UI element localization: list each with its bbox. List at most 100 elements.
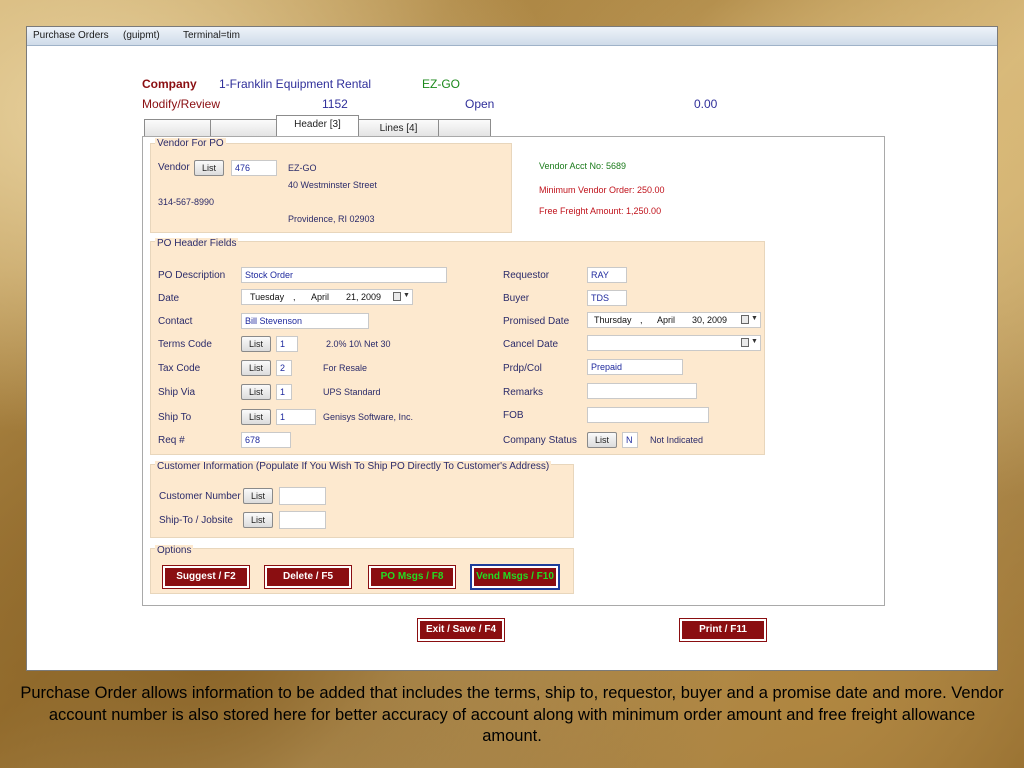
vendor-phone: 314-567-8990: [158, 197, 215, 207]
chevron-down-icon[interactable]: ▼: [751, 338, 758, 345]
vendor-short-name: EZ-GO: [422, 77, 460, 91]
req-label: Req #: [158, 435, 185, 446]
vendor-acct-no: Vendor Acct No: 5689: [539, 161, 627, 171]
promised-date-label: Promised Date: [503, 316, 570, 327]
customer-info-group-title: Customer Information (Populate If You Wi…: [155, 461, 552, 472]
ship-via-description: UPS Standard: [323, 387, 381, 397]
vendor-city-state-zip: Providence, RI 02903: [288, 214, 375, 224]
delete-button[interactable]: Delete / F5: [264, 565, 352, 589]
vendor-label: Vendor: [158, 162, 190, 173]
purchase-orders-window: Purchase Orders (guipmt) Terminal=tim Co…: [26, 26, 998, 671]
tab-blank-3[interactable]: [438, 119, 491, 137]
po-status: Open: [465, 97, 495, 111]
remarks-field[interactable]: [587, 383, 697, 399]
tab-blank-2[interactable]: [210, 119, 277, 137]
ship-to-jobsite-list-button[interactable]: List: [243, 512, 273, 528]
po-header-group: PO Header Fields PO Description Stock Or…: [150, 238, 765, 455]
date-month: April: [311, 292, 330, 302]
fob-field[interactable]: [587, 407, 709, 423]
terms-code-label: Terms Code: [158, 339, 212, 350]
calendar-icon[interactable]: [393, 292, 401, 301]
print-button[interactable]: Print / F11: [679, 618, 767, 642]
requestor-label: Requestor: [503, 270, 550, 281]
customer-number-field[interactable]: [279, 487, 326, 505]
ship-via-label: Ship Via: [158, 387, 196, 398]
mode-label: Modify/Review: [142, 97, 221, 111]
terms-code-field[interactable]: 1: [276, 336, 298, 352]
vendor-group-title: Vendor For PO: [155, 138, 226, 149]
po-msgs-button[interactable]: PO Msgs / F8: [368, 565, 456, 589]
company-label: Company: [142, 77, 197, 91]
promised-month: April: [657, 315, 676, 325]
contact-label: Contact: [158, 316, 193, 327]
free-freight-amount: Free Freight Amount: 1,250.00: [539, 206, 662, 216]
promised-day-year: 30, 2009: [692, 315, 728, 325]
prdp-col-field[interactable]: Prepaid: [587, 359, 683, 375]
po-header-group-title: PO Header Fields: [155, 238, 239, 249]
suggest-button[interactable]: Suggest / F2: [162, 565, 250, 589]
chevron-down-icon[interactable]: ▼: [403, 292, 410, 299]
date-sep: ,: [293, 292, 296, 302]
customer-number-list-button[interactable]: List: [243, 488, 273, 504]
contact-field[interactable]: Bill Stevenson: [241, 313, 369, 329]
options-group: Options Suggest / F2 Delete / F5 PO Msgs…: [150, 545, 574, 594]
ship-to-jobsite-label: Ship-To / Jobsite: [159, 515, 233, 526]
fob-label: FOB: [503, 410, 524, 421]
tab-lines[interactable]: Lines [4]: [358, 119, 439, 137]
tab-header[interactable]: Header [3]: [276, 115, 359, 137]
prdp-col-label: Prdp/Col: [503, 363, 542, 374]
ship-to-list-button[interactable]: List: [241, 409, 271, 425]
company-status-label: Company Status: [503, 435, 577, 446]
requestor-field[interactable]: RAY: [587, 267, 627, 283]
ship-to-code-field[interactable]: 1: [276, 409, 316, 425]
terms-list-button[interactable]: List: [241, 336, 271, 352]
calendar-icon[interactable]: [741, 315, 749, 324]
minimum-vendor-order: Minimum Vendor Order: 250.00: [539, 185, 665, 195]
window-titlebar: Purchase Orders (guipmt) Terminal=tim: [27, 27, 997, 46]
ship-via-code-field[interactable]: 1: [276, 384, 292, 400]
company-status-description: Not Indicated: [650, 435, 704, 445]
tax-list-button[interactable]: List: [241, 360, 271, 376]
vendor-group: Vendor For PO Vendor List 476 EZ-GO 40 W…: [150, 138, 512, 233]
options-group-title: Options: [155, 545, 194, 556]
vendor-number-field[interactable]: 476: [231, 160, 277, 176]
date-label: Date: [158, 293, 180, 304]
po-amount: 0.00: [694, 97, 718, 111]
company-status-list-button[interactable]: List: [587, 432, 617, 448]
tax-code-field[interactable]: 2: [276, 360, 292, 376]
tab-blank-1[interactable]: [144, 119, 211, 137]
exit-save-button[interactable]: Exit / Save / F4: [417, 618, 505, 642]
calendar-icon[interactable]: [741, 338, 749, 347]
app-title: Purchase Orders: [33, 30, 109, 41]
date-picker[interactable]: Tuesday , April 21, 2009 ▼: [241, 289, 413, 305]
promised-date-picker[interactable]: Thursday , April 30, 2009 ▼: [587, 312, 761, 328]
slide-caption: Purchase Order allows information to be …: [20, 684, 1004, 745]
po-description-label: PO Description: [158, 270, 226, 281]
terms-description: 2.0% 10\ Net 30: [326, 339, 391, 349]
req-field[interactable]: 678: [241, 432, 291, 448]
po-number: 1152: [322, 97, 348, 111]
po-description-field[interactable]: Stock Order: [241, 267, 447, 283]
cancel-date-picker[interactable]: ▼: [587, 335, 761, 351]
company-value: 1-Franklin Equipment Rental: [219, 77, 372, 91]
tax-description: For Resale: [323, 363, 368, 373]
remarks-label: Remarks: [503, 387, 544, 398]
vendor-name: EZ-GO: [288, 163, 317, 173]
vend-msgs-button[interactable]: Vend Msgs / F10: [470, 564, 560, 590]
ship-via-list-button[interactable]: List: [241, 384, 271, 400]
chevron-down-icon[interactable]: ▼: [751, 315, 758, 322]
tax-code-label: Tax Code: [158, 363, 201, 374]
customer-info-group: Customer Information (Populate If You Wi…: [150, 461, 574, 538]
ship-to-label: Ship To: [158, 412, 192, 423]
vendor-list-button[interactable]: List: [194, 160, 224, 176]
buyer-label: Buyer: [503, 293, 530, 304]
program-name: (guipmt): [123, 30, 160, 41]
ship-to-description: Genisys Software, Inc.: [323, 412, 414, 422]
ship-to-jobsite-field[interactable]: [279, 511, 326, 529]
customer-number-label: Customer Number: [159, 491, 241, 502]
buyer-field[interactable]: TDS: [587, 290, 627, 306]
vendor-street: 40 Westminster Street: [288, 180, 377, 190]
date-weekday: Tuesday: [250, 292, 285, 302]
company-status-code-field[interactable]: N: [622, 432, 638, 448]
cancel-date-label: Cancel Date: [503, 339, 559, 350]
